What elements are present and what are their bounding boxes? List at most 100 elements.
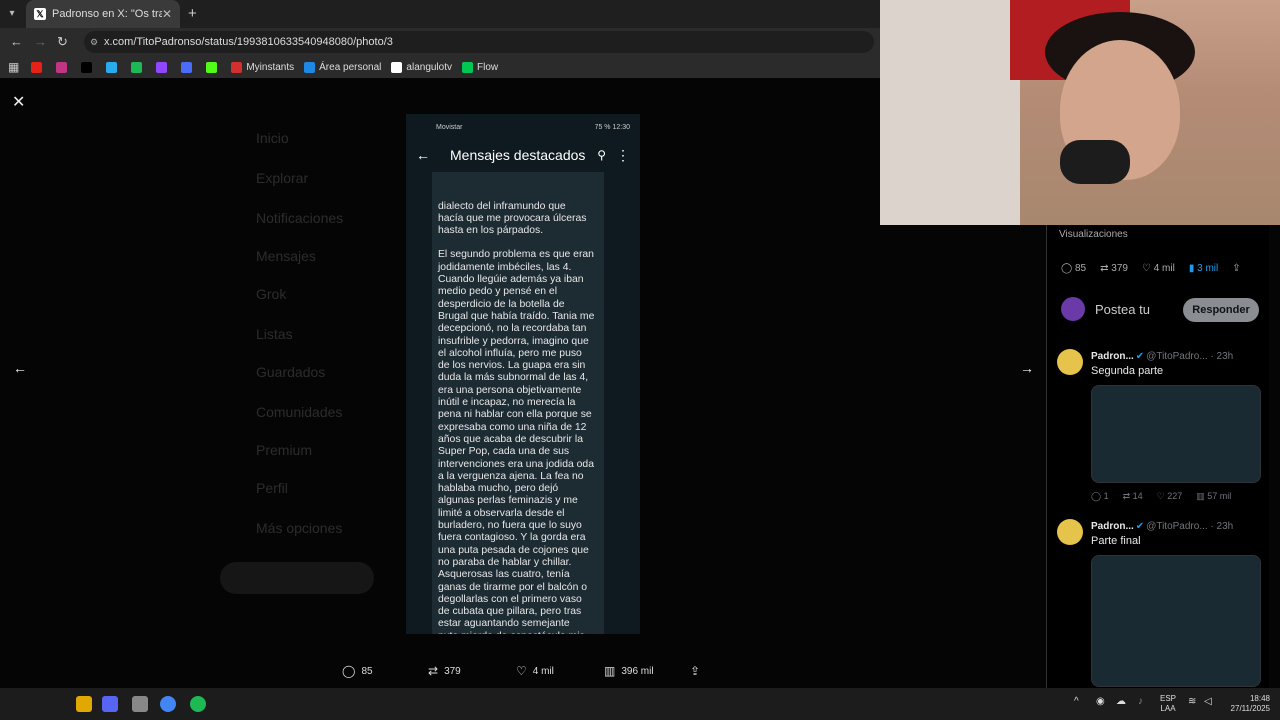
carrier-text: Movistar [436, 123, 463, 131]
reload-icon[interactable]: ↻ [57, 34, 68, 50]
tweet-time: · 23h [1210, 521, 1234, 532]
language-indicator[interactable]: ESP LAA [1160, 694, 1176, 714]
share-icon: ⇪ [690, 664, 701, 678]
browser-tab[interactable]: 𝕏 Padronso en X: "Os traigo una ✕ [26, 0, 180, 28]
reply-tweet[interactable]: Padron... ✔ @TitoPadro... · 23h Parte fina… [1057, 519, 1267, 688]
ghost-nav-perfil: Perfil [256, 480, 288, 496]
reply-panel: Visualizaciones ◯ 85 ⇄ 379 ♡ 4 mil ▮ 3 m… [1046, 225, 1269, 688]
site-info-icon[interactable]: ⚙ [90, 31, 98, 53]
wifi-icon[interactable]: ≋ [1188, 696, 1196, 707]
tweet-photo: Movistar 75 % 12:30 ← Mensajes destacado… [406, 114, 640, 634]
bookmark-stat[interactable]: ▮ 3 mil [1189, 263, 1218, 274]
new-tab-icon[interactable]: + [188, 5, 197, 22]
like-action[interactable]: ♡ 227 [1157, 491, 1183, 502]
phone-status-right: 75 % 12:30 [594, 123, 630, 131]
bookmark-item[interactable] [31, 61, 46, 73]
tweet-header: Padron... ✔ @TitoPadro... · 23h [1091, 521, 1233, 532]
bookmark-item[interactable] [206, 61, 221, 73]
phone-more-icon: ⋮ [616, 146, 630, 163]
reply-count: 1 [1103, 491, 1109, 501]
ghost-nav-notificaciones: Notificaciones [256, 210, 344, 226]
bookmark-item[interactable] [81, 61, 96, 73]
reply-tweet[interactable]: Padron... ✔ @TitoPadro... · 23h Segunda pa… [1057, 349, 1267, 509]
bookmark-favicon-icon [156, 61, 168, 73]
views-action[interactable]: ▥ 57 mil [1196, 491, 1231, 502]
close-tab-icon[interactable]: ✕ [162, 7, 172, 21]
like-stat[interactable]: ♡ 4 mil [1142, 263, 1175, 274]
ghost-nav-guardados: Guardados [256, 364, 326, 380]
photo-share-button[interactable]: ⇪ [690, 664, 706, 678]
volume-icon[interactable]: ◁ [1204, 696, 1212, 707]
avatar [1061, 297, 1085, 321]
bookmark-item[interactable] [106, 61, 121, 73]
bookmark-item[interactable] [156, 61, 171, 73]
spotify-icon[interactable] [190, 696, 206, 712]
tweet-header: Padron... ✔ @TitoPadro... · 23h [1091, 351, 1233, 362]
avatar[interactable] [1057, 349, 1083, 375]
repost-stat[interactable]: ⇄ 379 [1100, 263, 1128, 274]
bookmark-label: Flow [477, 61, 499, 73]
chrome-icon[interactable] [160, 696, 176, 712]
views-icon: ▥ [604, 664, 616, 678]
reply-button[interactable]: Responder [1183, 298, 1259, 322]
tweet-handle[interactable]: @TitoPadro... [1146, 521, 1207, 532]
photo-view-count: 396 mil [621, 665, 654, 677]
tray-chevron-icon[interactable]: ^ [1074, 696, 1079, 707]
ghost-nav-explorar: Explorar [256, 170, 309, 186]
cloud-icon[interactable]: ☁ [1116, 696, 1126, 707]
photo-repost-button[interactable]: ⇄ 379 [428, 664, 461, 678]
url-input[interactable]: ⚙ x.com/TitoPadronso/status/199381063354… [84, 31, 874, 53]
share-icon[interactable]: ⇪ [1232, 263, 1240, 274]
tweet-text: Parte final [1091, 535, 1141, 547]
phone-back-icon: ← [416, 147, 430, 163]
discord-icon[interactable] [102, 696, 118, 712]
tab-search-icon[interactable]: ▾ [4, 6, 20, 22]
clock-time: 18:48 [1249, 694, 1270, 703]
photo-like-button[interactable]: ♡ 4 mil [516, 664, 554, 678]
discord-tray-icon[interactable]: ◉ [1096, 696, 1105, 707]
photo-reply-count: 85 [361, 665, 373, 677]
like-count: 4 mil [1153, 263, 1175, 274]
next-photo-icon[interactable]: → [1020, 360, 1034, 376]
forward-icon[interactable]: → [34, 34, 47, 49]
bookmark-favicon-icon [181, 61, 193, 73]
avatar[interactable] [1057, 519, 1083, 545]
bookmark-count: 3 mil [1197, 263, 1219, 274]
tweet-image[interactable] [1091, 555, 1261, 687]
photo-reply-button[interactable]: ◯ 85 [342, 664, 373, 678]
bookmark-favicon-icon [31, 61, 43, 73]
bookmark-label: Myinstants [246, 61, 295, 73]
bookmark-item[interactable]: Myinstants [231, 61, 295, 73]
microphone-icon[interactable]: ♪ [1138, 696, 1143, 707]
photo-views-button[interactable]: ▥ 396 mil [604, 664, 654, 678]
phone-search-icon: ⚲ [597, 148, 606, 162]
bookmark-item[interactable]: Flow [462, 61, 499, 73]
repost-action[interactable]: ⇄ 14 [1123, 491, 1143, 502]
clock[interactable]: 18:48 27/11/2025 [1231, 694, 1270, 714]
reply-input[interactable]: Postea tu [1095, 302, 1150, 317]
bookmark-favicon-icon [106, 61, 118, 73]
url-text: x.com/TitoPadronso/status/19938106335409… [104, 36, 393, 48]
bookmark-item[interactable]: alangulotv [391, 61, 452, 73]
bookmark-favicon-icon [206, 61, 218, 73]
reply-action[interactable]: ◯ 1 [1091, 491, 1109, 502]
bookmark-item[interactable] [131, 61, 146, 73]
reply-icon: ◯ [342, 664, 356, 678]
lang-code: ESP [1160, 694, 1177, 703]
bookmark-item[interactable] [56, 61, 71, 73]
close-icon[interactable]: ✕ [12, 92, 25, 112]
bookmark-item[interactable] [181, 61, 196, 73]
reply-stat[interactable]: ◯ 85 [1061, 263, 1086, 274]
tweet-author[interactable]: Padron... [1091, 521, 1134, 532]
ghost-nav-inicio: Inicio [256, 130, 289, 146]
tweet-handle[interactable]: @TitoPadro... [1146, 351, 1207, 362]
tweet-image[interactable] [1091, 385, 1261, 483]
tweet-author[interactable]: Padron... [1091, 351, 1134, 362]
bookmark-item[interactable]: Área personal [304, 61, 381, 73]
obs-icon[interactable] [132, 696, 148, 712]
apps-grid-icon[interactable]: ▦ [8, 60, 19, 74]
previous-photo-icon[interactable]: ← [13, 360, 27, 376]
back-icon[interactable]: ← [10, 34, 23, 49]
file-explorer-icon[interactable] [76, 696, 92, 712]
reply-composer[interactable]: Postea tu [1061, 297, 1150, 321]
